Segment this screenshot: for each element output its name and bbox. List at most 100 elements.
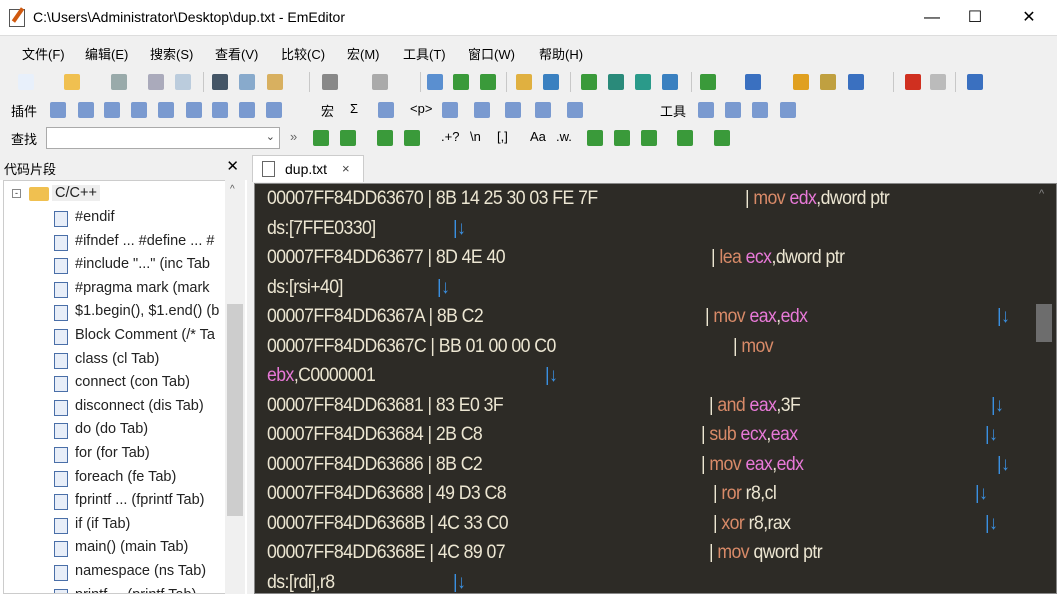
chevron-down-icon[interactable]: ⌄: [266, 130, 275, 143]
newline-button[interactable]: \n: [470, 129, 481, 144]
stop-icon[interactable]: [905, 74, 921, 90]
grid-icon[interactable]: [614, 130, 630, 146]
snippet-item[interactable]: for (for Tab): [4, 443, 225, 466]
snippet-item[interactable]: main() (main Tab): [4, 537, 225, 560]
snippet-item[interactable]: #endif: [4, 207, 225, 230]
check-icon[interactable]: [848, 74, 864, 90]
check-doc-icon[interactable]: [378, 102, 394, 118]
find-prev-icon[interactable]: [480, 74, 496, 90]
panel-scrollbar[interactable]: ^: [225, 180, 245, 594]
copy-icon[interactable]: [239, 74, 255, 90]
filter-icon[interactable]: [543, 74, 559, 90]
sigma-button[interactable]: Σ: [350, 101, 358, 116]
collapse-icon[interactable]: -: [12, 189, 21, 198]
match-case-button[interactable]: Aa: [530, 129, 546, 144]
screen-icon[interactable]: [677, 130, 693, 146]
snippet-item[interactable]: namespace (ns Tab): [4, 561, 225, 584]
save-icon[interactable]: [111, 74, 127, 90]
snippet-item[interactable]: do (do Tab): [4, 419, 225, 442]
find-in-files-icon[interactable]: [516, 74, 532, 90]
snippet-item[interactable]: #pragma mark (mark: [4, 278, 225, 301]
plugin-web-icon[interactable]: [212, 102, 228, 118]
plugin-active-icon[interactable]: [186, 102, 202, 118]
menu-edit[interactable]: 编辑(E): [85, 44, 128, 63]
toggle-icon[interactable]: [587, 130, 603, 146]
edit-icon[interactable]: [725, 102, 741, 118]
plugin-folder-icon[interactable]: [50, 102, 66, 118]
menu-window[interactable]: 窗口(W): [468, 44, 515, 63]
go-icon[interactable]: [714, 130, 730, 146]
play-icon[interactable]: [930, 74, 946, 90]
maximize-button[interactable]: ☐: [950, 0, 1000, 36]
find-icon[interactable]: [427, 74, 443, 90]
ie-icon[interactable]: [698, 102, 714, 118]
snippet-item[interactable]: if (if Tab): [4, 514, 225, 537]
clip-icon[interactable]: [567, 102, 583, 118]
encoding-icon[interactable]: [745, 74, 761, 90]
list-icon[interactable]: [641, 130, 657, 146]
plugin-list-icon[interactable]: [104, 102, 120, 118]
cursor-icon[interactable]: [535, 102, 551, 118]
menu-search[interactable]: 搜索(S): [150, 44, 193, 63]
split-icon[interactable]: [581, 74, 597, 90]
macro-icon[interactable]: [793, 74, 809, 90]
snippet-item[interactable]: printf ... (printf Tab): [4, 585, 225, 594]
close-button[interactable]: ✕: [1004, 0, 1054, 36]
snippet-item[interactable]: class (cl Tab): [4, 349, 225, 372]
snippet-item[interactable]: connect (con Tab): [4, 372, 225, 395]
whole-word-button[interactable]: .w.: [556, 129, 572, 144]
plugin-image-icon[interactable]: [239, 102, 255, 118]
back-icon[interactable]: [505, 102, 521, 118]
open-file-icon[interactable]: [64, 74, 80, 90]
editor-scrollbar[interactable]: ^: [1032, 184, 1056, 594]
cut-icon[interactable]: [212, 74, 228, 90]
plugin-window-icon[interactable]: [131, 102, 147, 118]
menu-help[interactable]: 帮助(H): [539, 44, 583, 63]
redo-icon[interactable]: [372, 74, 388, 90]
plugin-calendar-icon[interactable]: [266, 102, 282, 118]
find-next-icon[interactable]: [313, 130, 329, 146]
sync-icon[interactable]: [608, 74, 624, 90]
find-prev-icon[interactable]: [340, 130, 356, 146]
snippet-item[interactable]: foreach (fe Tab): [4, 467, 225, 490]
snippet-item[interactable]: fprintf ... (fprintf Tab): [4, 490, 225, 513]
menu-macro[interactable]: 宏(M): [347, 44, 380, 63]
copy-results-icon[interactable]: [404, 130, 420, 146]
hammer-icon[interactable]: [780, 102, 796, 118]
p-tag-button[interactable]: <p>: [410, 101, 432, 116]
snippet-item[interactable]: disconnect (dis Tab): [4, 396, 225, 419]
find-input[interactable]: ⌄: [46, 127, 280, 149]
run-macro-icon[interactable]: [820, 74, 836, 90]
tree-root-cpp[interactable]: - C/C++: [4, 183, 225, 206]
print-icon[interactable]: [148, 74, 164, 90]
text-editor[interactable]: ^ 00007FF84DD63670 | 8B 14 25 30 03 FE 7…: [254, 183, 1057, 594]
snippet-item[interactable]: #ifndef ... #define ... #: [4, 231, 225, 254]
paste-icon[interactable]: [267, 74, 283, 90]
find-next-icon[interactable]: [453, 74, 469, 90]
tools-icon[interactable]: [967, 74, 983, 90]
menu-tools[interactable]: 工具(T): [403, 44, 446, 63]
tab-close-button[interactable]: ×: [342, 161, 350, 176]
regex-button[interactable]: .+?: [441, 129, 459, 144]
panel-close-button[interactable]: ✕: [226, 157, 239, 175]
tag-icon[interactable]: [442, 102, 458, 118]
plugin-search-icon[interactable]: [158, 102, 174, 118]
brackets-button[interactable]: [,]: [497, 129, 508, 144]
new-file-icon[interactable]: [18, 74, 34, 90]
config-icon[interactable]: [700, 74, 716, 90]
menu-view[interactable]: 查看(V): [215, 44, 258, 63]
menu-file[interactable]: 文件(F): [22, 44, 65, 63]
snippet-item[interactable]: #include "..." (inc Tab: [4, 254, 225, 277]
menu-compare[interactable]: 比较(C): [281, 44, 325, 63]
print-preview-icon[interactable]: [175, 74, 191, 90]
plugin-chart-icon[interactable]: [78, 102, 94, 118]
tab-dup-txt[interactable]: dup.txt ×: [252, 155, 364, 182]
macro-label[interactable]: 宏: [321, 101, 334, 120]
more-button[interactable]: »: [290, 129, 297, 144]
refresh-icon[interactable]: [662, 74, 678, 90]
find-all-icon[interactable]: [377, 130, 393, 146]
undo-icon[interactable]: [322, 74, 338, 90]
snippet-item[interactable]: Block Comment (/* Ta: [4, 325, 225, 348]
snippet-item[interactable]: $1.begin(), $1.end() (b: [4, 301, 225, 324]
cmd-icon[interactable]: [752, 102, 768, 118]
